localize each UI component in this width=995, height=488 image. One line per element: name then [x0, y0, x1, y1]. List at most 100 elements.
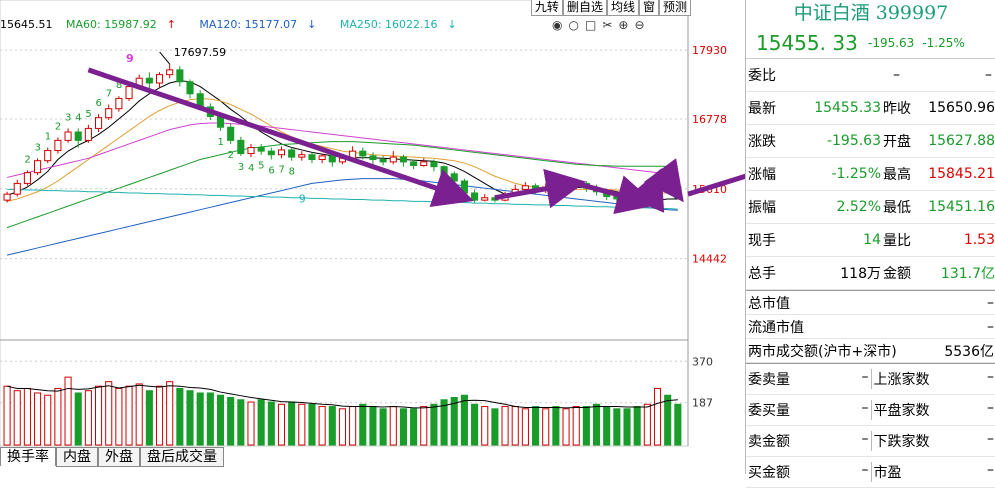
quote-label: 振幅 [746, 197, 808, 217]
candle-body [472, 193, 478, 200]
td-count-down: 1 [218, 137, 224, 148]
quote-value: 15455.33 [808, 100, 881, 116]
weibi-row: 委比 – – [746, 59, 995, 92]
volume-bar [472, 404, 478, 445]
candle-body [65, 132, 71, 140]
volume-bar [400, 409, 406, 445]
candle-body [421, 162, 427, 166]
tab-turnover[interactable]: 换手率 [0, 447, 56, 466]
breadth-label: 平盘家数 [874, 400, 930, 420]
volume-bar [370, 407, 376, 445]
quote-label: 最高 [881, 164, 927, 184]
volume-bar [360, 404, 366, 445]
market-value: – [987, 319, 994, 335]
minus-circle-icon[interactable]: ⊖ [634, 18, 644, 32]
candle-body [289, 150, 295, 157]
breadth-cell: 卖金额– [746, 431, 871, 451]
quote-value: -195.63 [808, 133, 881, 149]
ma120-legend: MA120: 15177.07↓ [199, 18, 326, 31]
breadth-value: – [862, 462, 869, 482]
tab-after-hours-volume[interactable]: 盘后成交量 [140, 447, 224, 467]
breadth-cell: 下跌家数– [871, 431, 995, 451]
tab-outer-volume[interactable]: 外盘 [98, 447, 140, 467]
candle-body [400, 157, 406, 162]
breadth-label: 买金额 [748, 462, 790, 482]
market-label: 流通市值 [748, 317, 804, 337]
tab-inner-volume[interactable]: 内盘 [56, 447, 98, 467]
quote-pct: -1.25% [922, 36, 964, 50]
quote-label: 量比 [881, 230, 927, 250]
candle-body [248, 148, 254, 154]
volume-bar [644, 404, 650, 445]
toolbar-remove-favorite-button[interactable]: 删自选 [563, 0, 607, 16]
square-icon[interactable]: □ [585, 18, 596, 32]
ma5-value: 15645.51 [0, 18, 53, 31]
quote-value: 1.53 [927, 232, 995, 248]
volume-bar [45, 395, 51, 445]
ma-line-ma120 [7, 179, 678, 255]
candle-body [187, 82, 193, 94]
quote-label: 涨跌 [746, 131, 808, 151]
quote-panel: 中证白酒 399997 15455. 33 -195.63 -1.25% 委比 … [745, 0, 995, 474]
quote-header: 15455. 33 -195.63 -1.25% [746, 28, 995, 59]
market-value: 5536亿 [944, 341, 994, 361]
quote-change: -195.63 [868, 36, 914, 50]
volume-bar [553, 407, 559, 445]
volume-bar [35, 393, 41, 445]
volume-bar [106, 382, 112, 445]
quote-label: 总手 [746, 263, 808, 283]
kline-chart[interactable]: 1793016778156101444237018717697.59231234… [0, 0, 745, 474]
td-count-up: 3 [35, 142, 41, 153]
candle-body [329, 156, 335, 162]
market-row: 两市成交额(沪市+深市)5536亿 [746, 339, 995, 363]
quote-row: 现手 14 量比 1.53 [746, 224, 995, 257]
kline-chart-area[interactable]: 1793016778156101444237018717697.59231234… [0, 0, 745, 474]
volume-bar [289, 402, 295, 445]
breadth-cell: 委卖量– [746, 369, 871, 389]
volume-bar [634, 407, 640, 445]
volume-bar [421, 407, 427, 445]
breadth-row: 卖金额– 下跌家数– [746, 426, 995, 457]
candle-body [95, 118, 101, 129]
quote-value: -1.25% [808, 166, 881, 182]
candle-body [268, 151, 274, 155]
toolbar-forecast-button[interactable]: 预测 [659, 0, 691, 16]
toolbar-jiuzhuan-button[interactable]: 九转 [531, 0, 563, 16]
quote-row: 总手 118万 金额 131.7亿 [746, 257, 995, 290]
eye-icon[interactable]: ◉ [552, 18, 562, 32]
cut-icon[interactable]: ✂ [602, 18, 612, 32]
weibi-label: 委比 [746, 65, 808, 85]
candle-body [106, 109, 112, 118]
td-count-up: 1 [45, 132, 51, 143]
volume-bar [329, 407, 335, 445]
market-value: – [987, 295, 994, 311]
volume-bar [563, 409, 569, 445]
circle-icon[interactable]: ○ [568, 18, 578, 32]
price-tick-label: 17930 [692, 44, 727, 57]
candle-body [461, 181, 467, 193]
quote-value: 131.7亿 [927, 263, 995, 283]
candle-body [116, 99, 122, 109]
toolbar-window-button[interactable]: 窗 [639, 0, 659, 16]
volume-bar [95, 386, 101, 445]
volume-bar [583, 407, 589, 445]
volume-bar [4, 386, 10, 445]
candle-body [4, 194, 10, 200]
quote-row: 振幅 2.52% 最低 15451.16 [746, 191, 995, 224]
plus-circle-icon[interactable]: ⊕ [618, 18, 628, 32]
volume-bar [543, 409, 549, 445]
breadth-cell: 上涨家数– [871, 369, 995, 389]
quote-value: 14 [808, 232, 881, 248]
candle-body [299, 155, 305, 157]
breadth-value: – [862, 400, 869, 420]
volume-bar [319, 407, 325, 445]
breadth-label: 委买量 [748, 400, 790, 420]
toolbar-ma-button[interactable]: 均线 [607, 0, 639, 16]
quote-label: 开盘 [881, 131, 927, 151]
candle-body [309, 155, 315, 160]
volume-bar [482, 407, 488, 445]
volume-bar [85, 391, 91, 445]
candle-body [278, 150, 284, 155]
td-nine-top: 9 [126, 52, 134, 65]
candle-body [411, 162, 417, 166]
